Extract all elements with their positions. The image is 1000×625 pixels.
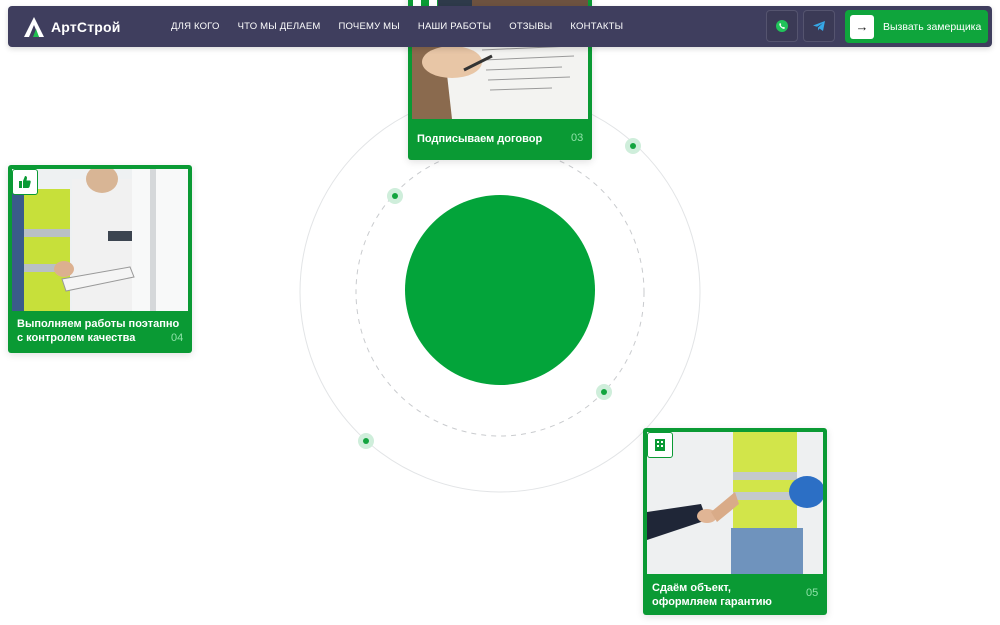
caption-line: с контролем качества: [17, 332, 136, 344]
caption-line: оформляем гарантию: [652, 596, 772, 608]
nav-item-reviews[interactable]: ОТЗЫВЫ: [509, 21, 552, 32]
orbit-dot: [358, 433, 374, 449]
nav-item-why-us[interactable]: ПОЧЕМУ МЫ: [339, 21, 400, 32]
whatsapp-icon: [776, 20, 788, 32]
telegram-button[interactable]: [803, 10, 835, 42]
caption-line: Сдаём объект,: [652, 582, 731, 594]
step-number: 04: [171, 332, 184, 344]
orbit-dot: [596, 384, 612, 400]
step-caption: Сдаём объект, оформляем гарантию: [652, 581, 772, 609]
telegram-icon: [813, 21, 825, 31]
step-card-05[interactable]: Сдаём объект, оформляем гарантию 05: [643, 428, 827, 615]
whatsapp-button[interactable]: [766, 10, 798, 42]
main-nav: ДЛЯ КОГО ЧТО МЫ ДЕЛАЕМ ПОЧЕМУ МЫ НАШИ РА…: [171, 6, 641, 47]
step-number: 03: [571, 132, 584, 144]
logo-mark-icon: [24, 17, 44, 37]
top-navbar: АртСтрой ДЛЯ КОГО ЧТО МЫ ДЕЛАЕМ ПОЧЕМУ М…: [8, 6, 992, 47]
orbit-dot: [625, 138, 641, 154]
orbit-dot: [387, 188, 403, 204]
building-icon: [647, 432, 673, 458]
handover-handshake-photo: [647, 432, 823, 574]
arrow-right-icon: →: [850, 14, 874, 39]
page: Подписываем договор 03 Выполняем работы …: [0, 0, 1000, 625]
brand-logo[interactable]: АртСтрой: [22, 14, 121, 40]
cta-label: Вызвать замерщика: [883, 20, 982, 33]
nav-item-our-works[interactable]: НАШИ РАБОТЫ: [418, 21, 491, 32]
step-caption: Подписываем договор: [417, 133, 543, 145]
caption-line: Выполняем работы поэтапно: [17, 318, 180, 330]
brand-name: АртСтрой: [51, 19, 121, 35]
step-card-04[interactable]: Выполняем работы поэтапно с контролем ка…: [8, 165, 192, 353]
call-measurer-button[interactable]: → Вызвать замерщика: [845, 10, 988, 43]
quality-inspection-photo: [12, 169, 188, 311]
center-circle: [405, 195, 595, 385]
nav-item-contacts[interactable]: КОНТАКТЫ: [570, 21, 623, 32]
thumbs-up-icon: [12, 169, 38, 195]
step-caption: Выполняем работы поэтапно с контролем ка…: [17, 317, 179, 345]
nav-item-what-we-do[interactable]: ЧТО МЫ ДЕЛАЕМ: [238, 21, 321, 32]
step-number: 05: [806, 587, 819, 599]
nav-item-for-whom[interactable]: ДЛЯ КОГО: [171, 21, 220, 32]
